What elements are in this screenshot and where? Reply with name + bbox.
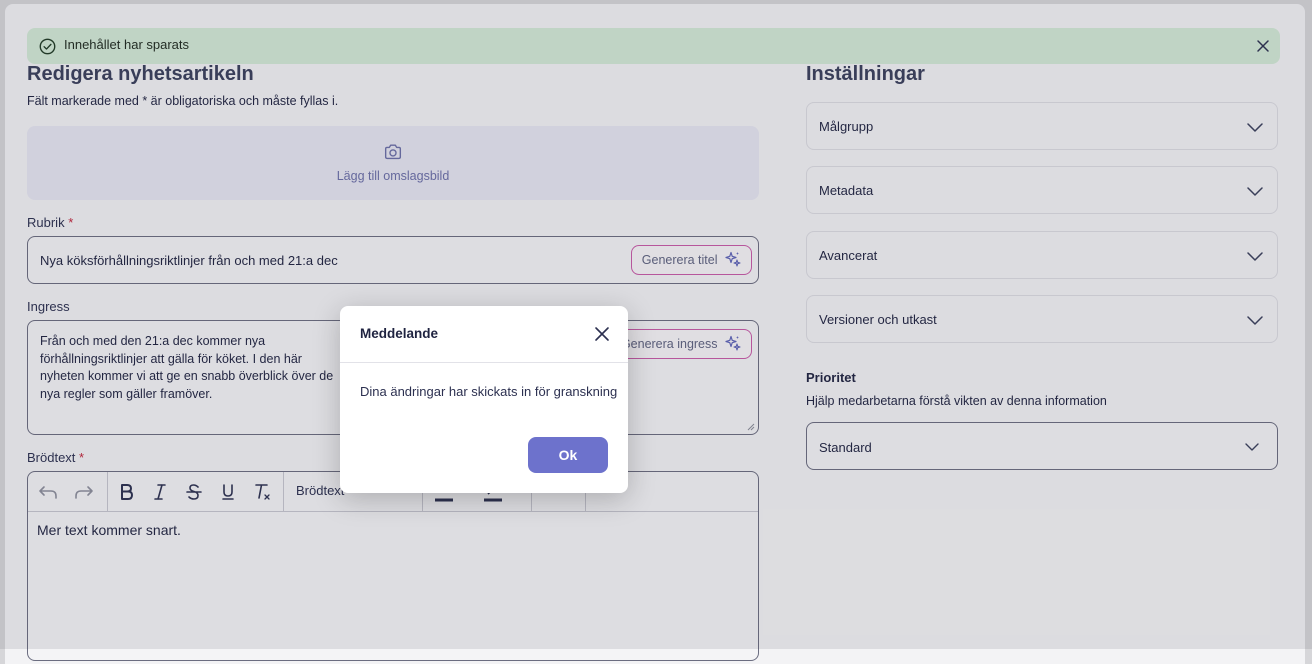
close-icon[interactable]: [594, 326, 610, 342]
message-dialog: Meddelande Dina ändringar har skickats i…: [340, 306, 628, 493]
dialog-title: Meddelande: [360, 326, 439, 341]
ok-button[interactable]: Ok: [528, 437, 608, 473]
dialog-message: Dina ändringar har skickats in för grans…: [360, 384, 618, 399]
dialog-divider: [340, 362, 628, 363]
modal-backdrop[interactable]: [0, 0, 1312, 649]
